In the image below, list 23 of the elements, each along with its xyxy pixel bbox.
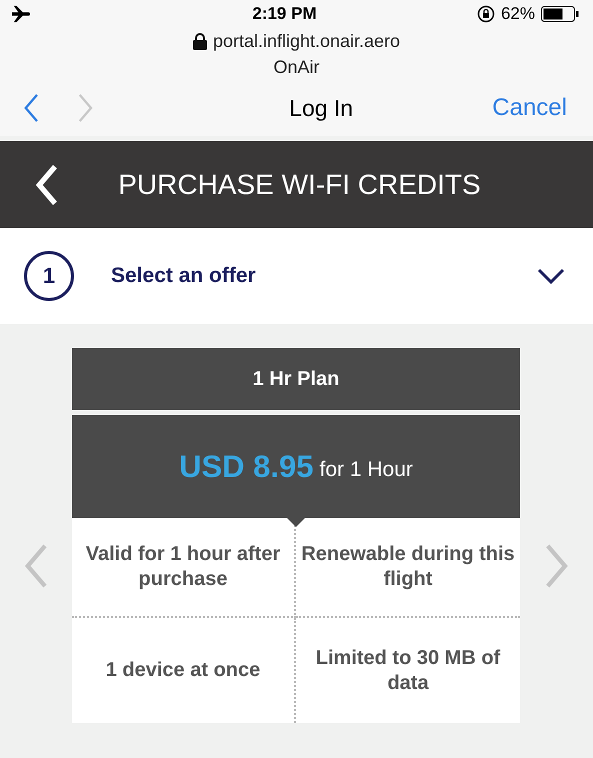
status-time: 2:19 PM <box>252 4 317 24</box>
feature-text: 1 device at once <box>72 618 296 723</box>
site-name: OnAir <box>273 56 320 79</box>
step-label[interactable]: Select an offer <box>111 264 537 288</box>
cancel-button[interactable]: Cancel <box>492 94 567 122</box>
header-title: PURCHASE WI-FI CREDITS <box>118 168 481 200</box>
price-duration: for 1 Hour <box>320 458 413 482</box>
plan-title: 1 Hr Plan <box>72 348 520 410</box>
chevron-down-icon[interactable] <box>537 268 565 284</box>
page-url[interactable]: portal.inflight.onair.aero <box>212 28 400 54</box>
chevron-left-icon <box>22 93 41 123</box>
lock-icon <box>192 32 207 50</box>
feature-text: Renewable during this flight <box>296 518 520 618</box>
step-number: 1 <box>24 251 74 301</box>
page-title: Log In <box>288 94 354 122</box>
airplane-icon <box>10 5 32 23</box>
feature-text: Valid for 1 hour after purchase <box>72 518 296 618</box>
battery-icon <box>541 6 579 22</box>
chevron-right-icon <box>76 93 95 123</box>
price-amount: USD 8.95 <box>179 448 314 484</box>
rotation-lock-icon <box>476 5 495 23</box>
feature-text: Limited to 30 MB of data <box>314 646 502 696</box>
battery-percent: 62% <box>500 4 535 24</box>
